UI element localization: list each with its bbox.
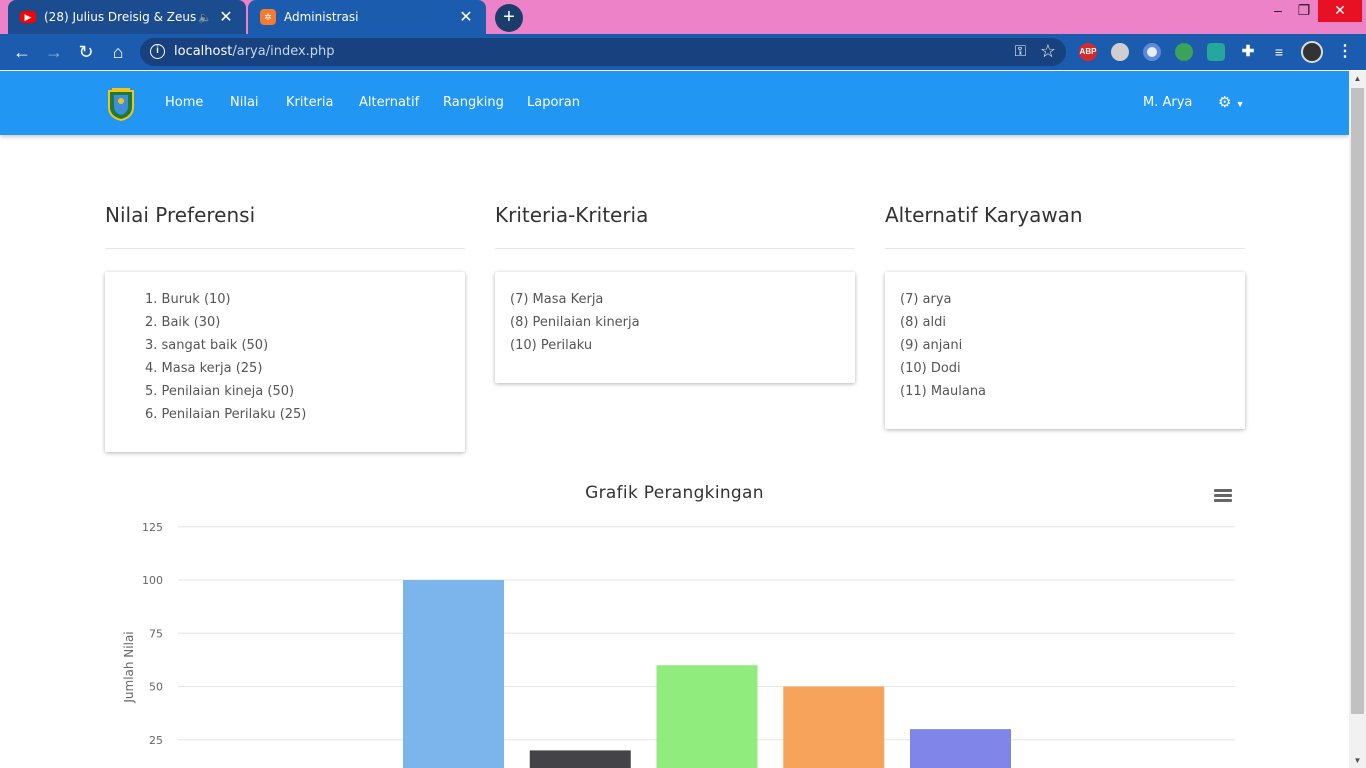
info-icon[interactable]: i xyxy=(150,44,165,59)
list-item: (11) Maulana xyxy=(900,384,987,399)
browser-tab-bar: ▶ (28) Julius Dreisig & Zeus X C 🔈 ✕ ✲ A… xyxy=(0,0,1366,34)
browser-menu-icon[interactable]: ⋮ xyxy=(1336,43,1354,61)
home-icon[interactable]: ⌂ xyxy=(106,40,130,64)
minimize-button[interactable]: – xyxy=(1265,0,1291,22)
list-item: (10) Perilaku xyxy=(510,338,593,353)
chart-menu-icon[interactable] xyxy=(1214,489,1232,503)
list-item: 6. Penilaian Perilaku (25) xyxy=(145,407,307,422)
divider xyxy=(495,248,855,249)
restore-button[interactable]: ❐ xyxy=(1291,0,1317,22)
browser-tab-youtube[interactable]: ▶ (28) Julius Dreisig & Zeus X C 🔈 ✕ xyxy=(8,0,246,34)
address-bar[interactable]: i localhost/arya/index.php ⚿ ☆ xyxy=(140,38,1066,66)
user-name-link[interactable]: M. Arya xyxy=(1143,95,1192,110)
alternatif-card: (7) arya (8) aldi (9) anjani (10) Dodi (… xyxy=(885,272,1245,429)
kriteria-heading: Kriteria-Kriteria xyxy=(495,203,649,227)
list-item: 3. sangat baik (50) xyxy=(145,338,269,353)
alternatif-heading: Alternatif Karyawan xyxy=(885,203,1083,227)
preferensi-heading: Nilai Preferensi xyxy=(105,203,256,227)
nav-rangking[interactable]: Rangking xyxy=(443,95,504,110)
y-tick-label: 125 xyxy=(142,521,163,534)
list-item: 1. Buruk (10) xyxy=(145,292,231,307)
list-item: 5. Penilaian kineja (50) xyxy=(145,384,295,399)
caret-down-icon: ▼ xyxy=(1235,99,1245,109)
extension-icon[interactable] xyxy=(1111,43,1129,61)
logo-icon[interactable] xyxy=(106,87,136,121)
nav-home[interactable]: Home xyxy=(165,95,203,110)
y-axis-label: Jumlah Nilai xyxy=(122,631,136,703)
list-item: 2. Baik (30) xyxy=(145,315,221,330)
back-arrow-icon[interactable]: ← xyxy=(10,40,34,64)
youtube-icon: ▶ xyxy=(20,11,36,23)
media-queue-icon[interactable]: ≡ xyxy=(1270,43,1288,61)
nav-kriteria[interactable]: Kriteria xyxy=(286,95,334,110)
chart-bar[interactable] xyxy=(656,665,758,768)
list-item: (10) Dodi xyxy=(900,361,961,376)
list-item: (7) Masa Kerja xyxy=(510,292,604,307)
browser-tab-administrasi[interactable]: ✲ Administrasi ✕ xyxy=(248,0,486,34)
preferensi-list: 1. Buruk (10) 2. Baik (30) 3. sangat bai… xyxy=(145,292,465,430)
shield-icon[interactable] xyxy=(1207,43,1225,61)
scroll-down-icon[interactable]: ▼ xyxy=(1349,756,1366,765)
key-icon[interactable]: ⚿ xyxy=(1015,43,1026,60)
chart-bar[interactable] xyxy=(403,580,504,768)
list-item: (8) Penilaian kinerja xyxy=(510,315,640,330)
nav-laporan[interactable]: Laporan xyxy=(527,95,580,110)
list-item: (9) anjani xyxy=(900,338,963,353)
bar-chart: 25 50 75 100 125 Jumlah Nilai xyxy=(122,521,1235,768)
forward-arrow-icon[interactable]: → xyxy=(42,40,66,64)
scrollbar-thumb[interactable] xyxy=(1351,88,1364,714)
chart-bar[interactable] xyxy=(529,750,631,768)
y-tick-label: 25 xyxy=(149,734,163,747)
divider xyxy=(885,248,1245,249)
y-tick-label: 50 xyxy=(149,681,163,694)
tab-title: (28) Julius Dreisig & Zeus X C xyxy=(44,10,198,24)
y-tick-label: 100 xyxy=(142,574,163,587)
close-tab-icon[interactable]: ✕ xyxy=(218,7,234,27)
close-tab-icon[interactable]: ✕ xyxy=(458,7,474,27)
gear-icon: ⚙ xyxy=(1218,94,1232,111)
page-scrollbar[interactable]: ▲ ▼ xyxy=(1349,71,1366,768)
extension-icon[interactable] xyxy=(1143,43,1161,61)
window-close-button[interactable]: ✕ xyxy=(1318,0,1362,22)
profile-avatar[interactable] xyxy=(1301,41,1323,63)
nav-alternatif[interactable]: Alternatif xyxy=(359,95,419,110)
puzzle-icon[interactable]: ✚ xyxy=(1239,43,1257,61)
list-item: (8) aldi xyxy=(900,315,946,330)
chart-bar[interactable] xyxy=(910,729,1011,768)
tab-title: Administrasi xyxy=(284,10,359,24)
site-navbar: Home Nilai Kriteria Alternatif Rangking … xyxy=(0,71,1349,135)
adblock-plus-icon[interactable]: ABP xyxy=(1079,43,1097,61)
extension-icon[interactable] xyxy=(1175,43,1193,61)
chart-bar[interactable] xyxy=(783,686,885,768)
divider xyxy=(105,248,465,249)
url-text[interactable]: localhost/arya/index.php xyxy=(174,44,335,59)
new-tab-button[interactable]: + xyxy=(495,4,523,32)
speaker-icon[interactable]: 🔈 xyxy=(198,11,212,24)
xampp-icon: ✲ xyxy=(260,9,276,25)
settings-dropdown[interactable]: ⚙ ▼ xyxy=(1218,93,1245,111)
scroll-up-icon[interactable]: ▲ xyxy=(1349,74,1366,83)
list-item: 4. Masa kerja (25) xyxy=(145,361,263,376)
nav-nilai[interactable]: Nilai xyxy=(230,95,259,110)
kriteria-list: (7) Masa Kerja (8) Penilaian kinerja (10… xyxy=(510,292,855,361)
reload-icon[interactable]: ↻ xyxy=(74,40,98,64)
browser-toolbar: ← → ↻ ⌂ i localhost/arya/index.php ⚿ ☆ A… xyxy=(0,34,1366,70)
chart-title: Grafik Perangkingan xyxy=(585,483,764,503)
alternatif-list: (7) arya (8) aldi (9) anjani (10) Dodi (… xyxy=(900,292,1245,407)
list-item: (7) arya xyxy=(900,292,952,307)
bookmark-star-icon[interactable]: ☆ xyxy=(1040,41,1056,62)
y-tick-label: 75 xyxy=(149,627,163,640)
kriteria-card: (7) Masa Kerja (8) Penilaian kinerja (10… xyxy=(495,272,855,383)
preferensi-card: 1. Buruk (10) 2. Baik (30) 3. sangat bai… xyxy=(105,272,465,452)
